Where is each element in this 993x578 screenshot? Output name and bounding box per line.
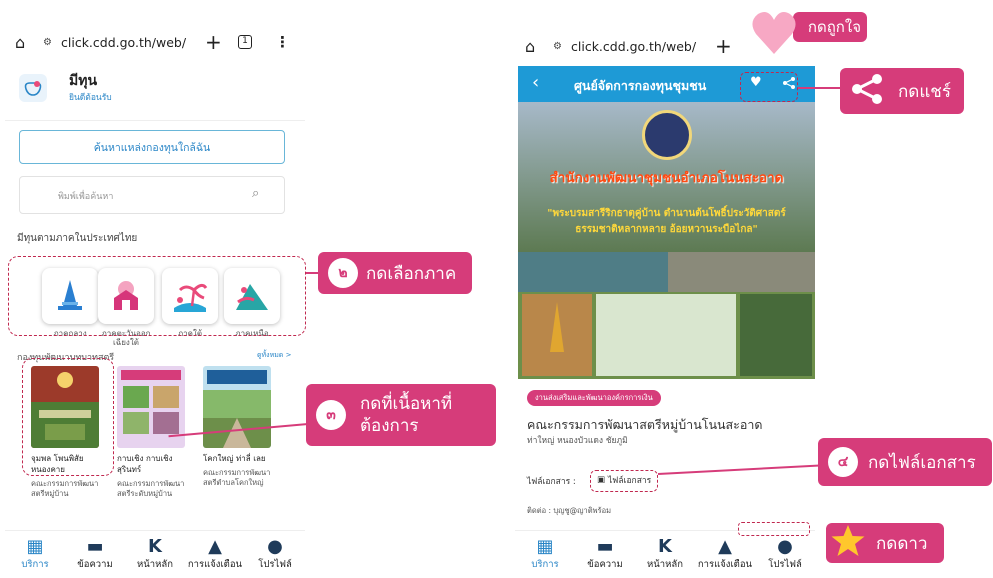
step-number: ๔ (828, 447, 858, 477)
nav-label: บริการ (531, 559, 559, 570)
callout-text: กดดาว (876, 533, 928, 554)
contact-info: ติดต่อ : บุญชู@ญาติพร้อม (527, 506, 612, 515)
back-icon[interactable]: ‹ (532, 72, 539, 93)
callout-text-line1: กดที่เนื้อหาที่ (360, 394, 453, 414)
home-icon[interactable]: ⌂ (15, 33, 25, 52)
url-bar[interactable]: click.cdd.go.th/web/ (61, 35, 186, 50)
poster-title: สำนักงานพัฒนาชุมชนอำเภอโนนสะอาด (549, 170, 784, 186)
nav-home[interactable]: K หน้าหลัก (126, 537, 184, 572)
nav-notifications[interactable]: ▲ การแจ้งเตือน (696, 537, 754, 572)
header-title: ศูนย์จัดการกองทุนชุมชน (574, 78, 707, 93)
step-number: ๒ (328, 258, 358, 288)
callout-text: กดเลือกภาค (366, 263, 457, 284)
bell-icon: ▲ (208, 536, 222, 557)
nav-label: บริการ (21, 559, 49, 570)
connector-line (798, 87, 842, 89)
callout-select-region: ๒ กดเลือกภาค (318, 252, 472, 294)
nav-label: ข้อความ (587, 559, 623, 570)
callout-star: กดดาว (826, 523, 944, 563)
nav-profile[interactable]: ● โปรไฟล์ (756, 537, 814, 572)
callout-share: กดแชร์ (840, 68, 964, 114)
nav-services[interactable]: ▦ บริการ (6, 537, 64, 572)
highlight-card (22, 358, 114, 476)
callout-text: กดไฟล์เอกสาร (868, 452, 976, 473)
callout-text: กดถูกใจ (807, 18, 861, 36)
browser-toolbar: ⌂ ⚙ click.cdd.go.th/web/ + 1 ⋮ (5, 28, 305, 56)
poster-line-2: ธรรมชาติหลากหลาย อ้อยหวานระบือไกล" (575, 224, 758, 235)
nav-label: การแจ้งเตือน (697, 559, 753, 570)
nav-home[interactable]: K หน้าหลัก (636, 537, 694, 572)
card-org: คณะกรรมการพัฒนาสตรีหมู่บ้าน (31, 479, 99, 498)
highlight-file-button (590, 470, 658, 492)
fund-card[interactable]: กาบเชิง กาบเชิง สุรินทร์ คณะกรรมการพัฒนา… (117, 366, 189, 499)
nav-notifications[interactable]: ▲ การแจ้งเตือน (186, 537, 244, 572)
category-tag: งานส่งเสริมและพัฒนาองค์กรการเงิน (527, 390, 661, 406)
star-icon (830, 524, 866, 563)
find-nearby-fund-button[interactable]: ค้นหาแหล่งกองทุนใกล้ฉัน (19, 130, 285, 164)
greeting: ยินดีต้อนรับ (69, 93, 112, 103)
emblem-seal (642, 110, 692, 160)
bell-icon: ▲ (718, 536, 732, 557)
new-tab-icon[interactable]: + (205, 30, 222, 54)
divider (5, 120, 305, 121)
share-large-icon (850, 72, 884, 111)
nav-messages[interactable]: ▬ ข้อความ (66, 537, 124, 572)
highlight-star (738, 522, 810, 536)
card-place: โคกใหญ่ ท่าลี่ เลย (203, 454, 266, 463)
nav-label: โปรไฟล์ (258, 559, 292, 570)
search-icon[interactable]: ⌕ (252, 186, 259, 201)
nav-profile[interactable]: ● โปรไฟล์ (246, 537, 304, 572)
poster-line-1: "พระบรมสารีริกธาตุคู่บ้าน ตำนานต้นโพธิ์ป… (547, 208, 786, 219)
site-info-icon[interactable]: ⚙ (43, 37, 52, 48)
nav-services[interactable]: ▦ บริการ (516, 537, 574, 572)
nav-messages[interactable]: ▬ ข้อความ (576, 537, 634, 572)
big-heart-icon (750, 8, 798, 62)
nav-label: โปรไฟล์ (768, 559, 802, 570)
card-place: กาบเชิง กาบเชิง สุรินทร์ (117, 454, 173, 474)
url-bar[interactable]: click.cdd.go.th/web/ (571, 39, 696, 54)
callout-text-line2: ต้องการ (360, 416, 419, 436)
highlight-regions (8, 256, 306, 336)
callout-file-document: ๔ กดไฟล์เอกสาร (818, 438, 992, 486)
bottom-navigation: ▦ บริการ ▬ ข้อความ K หน้าหลัก ▲ การแจ้งเ… (515, 530, 815, 578)
callout-like: กดถูกใจ (793, 12, 867, 42)
grid-icon: ▦ (536, 536, 554, 557)
grid-icon: ▦ (26, 536, 44, 557)
app-logo (19, 74, 47, 102)
home-icon[interactable]: ⌂ (525, 37, 535, 56)
nav-label: การแจ้งเตือน (187, 559, 243, 570)
profile-icon: ● (777, 536, 793, 557)
search-input[interactable]: พิมพ์เพื่อค้นหา ⌕ (19, 176, 285, 214)
highlight-like-share (740, 72, 798, 102)
nav-label: ข้อความ (77, 559, 113, 570)
view-all-link[interactable]: ดูทั้งหมด > (257, 350, 291, 361)
message-icon: ▬ (596, 536, 614, 557)
search-placeholder: พิมพ์เพื่อค้นหา (58, 192, 114, 202)
bottom-navigation: ▦ บริการ ▬ ข้อความ K หน้าหลัก ▲ การแจ้งเ… (5, 530, 305, 578)
message-icon: ▬ (86, 536, 104, 557)
home-logo-icon: K (658, 536, 672, 557)
step-number: ๓ (316, 400, 346, 430)
app-name: มีทุน (69, 73, 98, 89)
new-tab-icon[interactable]: + (715, 34, 732, 58)
card-org: คณะกรรมการพัฒนาสตรีระดับหมู่บ้าน (117, 479, 185, 498)
nav-label: หน้าหลัก (647, 559, 683, 570)
poster-image: สำนักงานพัฒนาชุมชนอำเภอโนนสะอาด "พระบรมส… (518, 102, 815, 379)
org-title: คณะกรรมการพัฒนาสตรีหมู่บ้านโนนสะอาด (527, 417, 763, 432)
nav-label: หน้าหลัก (137, 559, 173, 570)
callout-text: กดแชร์ (898, 81, 951, 102)
callout-select-content: ๓ กดที่เนื้อหาที่ ต้องการ (306, 384, 496, 446)
file-label: ไฟล์เอกสาร : (527, 477, 576, 487)
menu-icon[interactable]: ⋮ (275, 33, 290, 51)
region-heading: มีทุนตามภาคในประเทศไทย (17, 233, 138, 244)
home-logo-icon: K (148, 536, 162, 557)
org-location: ท่าใหญ่ หนองบัวแดง ชัยภูมิ (527, 436, 628, 446)
card-org: คณะกรรมการพัฒนาสตรีตำบลโคกใหญ่ (203, 468, 271, 487)
profile-icon: ● (267, 536, 283, 557)
site-info-icon[interactable]: ⚙ (553, 41, 562, 52)
tab-count[interactable]: 1 (238, 35, 252, 49)
card-image (203, 366, 271, 448)
